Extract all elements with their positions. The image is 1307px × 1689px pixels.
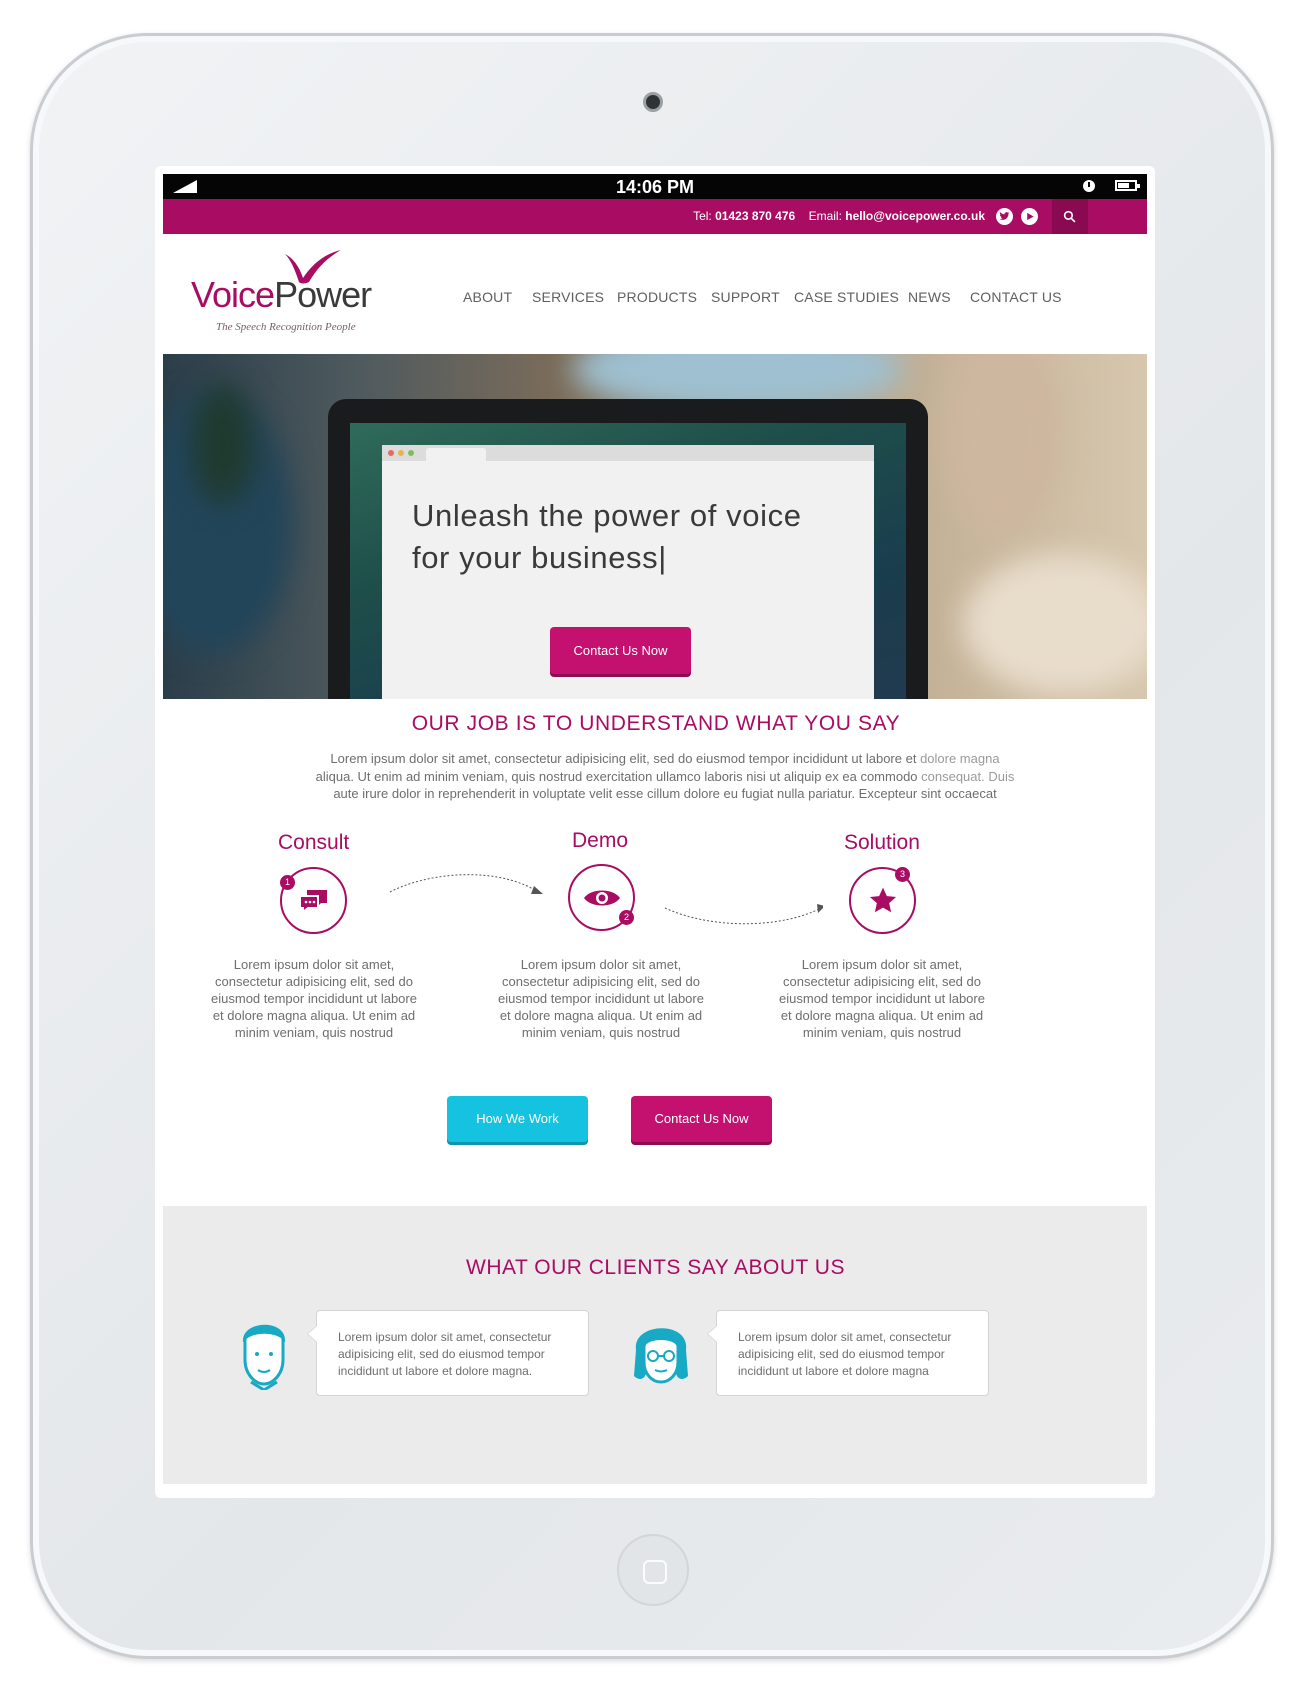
arrow-demo-to-solution bbox=[664, 904, 823, 925]
female-avatar-icon bbox=[634, 1328, 688, 1384]
top-contact-bar: Tel: 01423 870 476 Email: hello@voicepow… bbox=[163, 199, 1147, 234]
intro-body: Lorem ipsum dolor sit amet, consectetur … bbox=[315, 751, 1015, 801]
nav-products[interactable]: PRODUCTS bbox=[617, 289, 697, 305]
step-badge-3: 3 bbox=[895, 867, 910, 882]
hero-title: Unleash the power of voice for your busi… bbox=[412, 498, 802, 575]
site-header: VoicePower The Speech Recognition People… bbox=[163, 234, 1147, 354]
step-label-consult: Consult bbox=[278, 831, 350, 854]
camera-icon bbox=[643, 92, 663, 112]
battery-icon bbox=[1115, 180, 1140, 191]
twitter-icon[interactable] bbox=[996, 208, 1013, 225]
step-text-solution: Lorem ipsum dolor sit amet, consectetur … bbox=[779, 957, 985, 1040]
main-nav: ABOUT SERVICES PRODUCTS SUPPORT CASE STU… bbox=[463, 289, 1062, 319]
logo-voice: Voice bbox=[191, 274, 275, 315]
email-link[interactable]: hello@voicepower.co.uk bbox=[845, 209, 985, 223]
step-label-solution: Solution bbox=[844, 831, 920, 854]
nav-contact-us[interactable]: CONTACT US bbox=[970, 289, 1062, 305]
testimonials-section: WHAT OUR CLIENTS SAY ABOUT US Lorem ipsu… bbox=[163, 1206, 1147, 1484]
search-button[interactable] bbox=[1052, 199, 1088, 234]
search-icon bbox=[1063, 210, 1076, 223]
step-text-consult: Lorem ipsum dolor sit amet, consectetur … bbox=[211, 957, 417, 1040]
status-time: 14:06 PM bbox=[615, 177, 695, 197]
testimonial-bubble: Lorem ipsum dolor sit amet, consectetur … bbox=[707, 1310, 989, 1396]
testimonial-text: Lorem ipsum dolor sit amet, consectetur … bbox=[738, 1330, 952, 1378]
hero-contact-button[interactable]: Contact Us Now bbox=[550, 627, 691, 674]
laptop-illustration: Unleash the power of voice for your busi… bbox=[328, 399, 928, 699]
testimonials-title: WHAT OUR CLIENTS SAY ABOUT US bbox=[466, 1256, 845, 1279]
logo-wordmark[interactable]: VoicePower bbox=[191, 274, 372, 316]
male-avatar-icon bbox=[242, 1324, 286, 1390]
step-badge-2: 2 bbox=[619, 910, 634, 925]
browser-window: Unleash the power of voice for your busi… bbox=[382, 445, 874, 699]
youtube-icon[interactable] bbox=[1021, 208, 1038, 225]
testimonial-text: Lorem ipsum dolor sit amet, consectetur … bbox=[338, 1330, 552, 1378]
logo-power: Power bbox=[274, 274, 372, 315]
contact-us-button[interactable]: Contact Us Now bbox=[631, 1096, 772, 1142]
step-badge-1: 1 bbox=[280, 875, 295, 890]
email-label: Email: bbox=[808, 209, 842, 223]
hero-blur-shape bbox=[193, 384, 253, 504]
home-button[interactable] bbox=[617, 1534, 689, 1606]
logo-tagline: The Speech Recognition People bbox=[216, 321, 356, 333]
clock-icon bbox=[1083, 180, 1095, 192]
nav-news[interactable]: NEWS bbox=[908, 289, 951, 305]
step-text-demo: Lorem ipsum dolor sit amet, consectetur … bbox=[498, 957, 704, 1040]
screen: 14:06 PM Tel: 01423 870 476 Email: hello… bbox=[163, 174, 1147, 1484]
step-label-demo: Demo bbox=[572, 829, 629, 852]
how-we-work-button[interactable]: How We Work bbox=[447, 1096, 588, 1142]
laptop-screen: Unleash the power of voice for your busi… bbox=[350, 423, 906, 699]
nav-support[interactable]: SUPPORT bbox=[711, 289, 780, 305]
hero-blur-shape bbox=[963, 554, 1147, 694]
testimonial-bubble: Lorem ipsum dolor sit amet, consectetur … bbox=[307, 1310, 589, 1396]
arrow-consult-to-demo bbox=[389, 874, 543, 894]
tel-label: Tel: bbox=[693, 209, 712, 223]
star-icon bbox=[869, 887, 896, 912]
chat-icon bbox=[298, 889, 327, 914]
hero-blur-shape bbox=[943, 354, 1063, 534]
nav-case-studies[interactable]: CASE STUDIES bbox=[794, 289, 899, 305]
tel-link[interactable]: 01423 870 476 bbox=[715, 209, 795, 223]
intro-title: OUR JOB IS TO UNDERSTAND WHAT YOU SAY bbox=[411, 712, 901, 735]
contact-info: Tel: 01423 870 476 Email: hello@voicepow… bbox=[693, 209, 985, 223]
hero-banner: Unleash the power of voice for your busi… bbox=[163, 354, 1147, 699]
nav-about[interactable]: ABOUT bbox=[463, 289, 512, 305]
eye-icon bbox=[583, 890, 620, 905]
status-bar: 14:06 PM bbox=[163, 174, 1147, 199]
nav-services[interactable]: SERVICES bbox=[532, 289, 604, 305]
